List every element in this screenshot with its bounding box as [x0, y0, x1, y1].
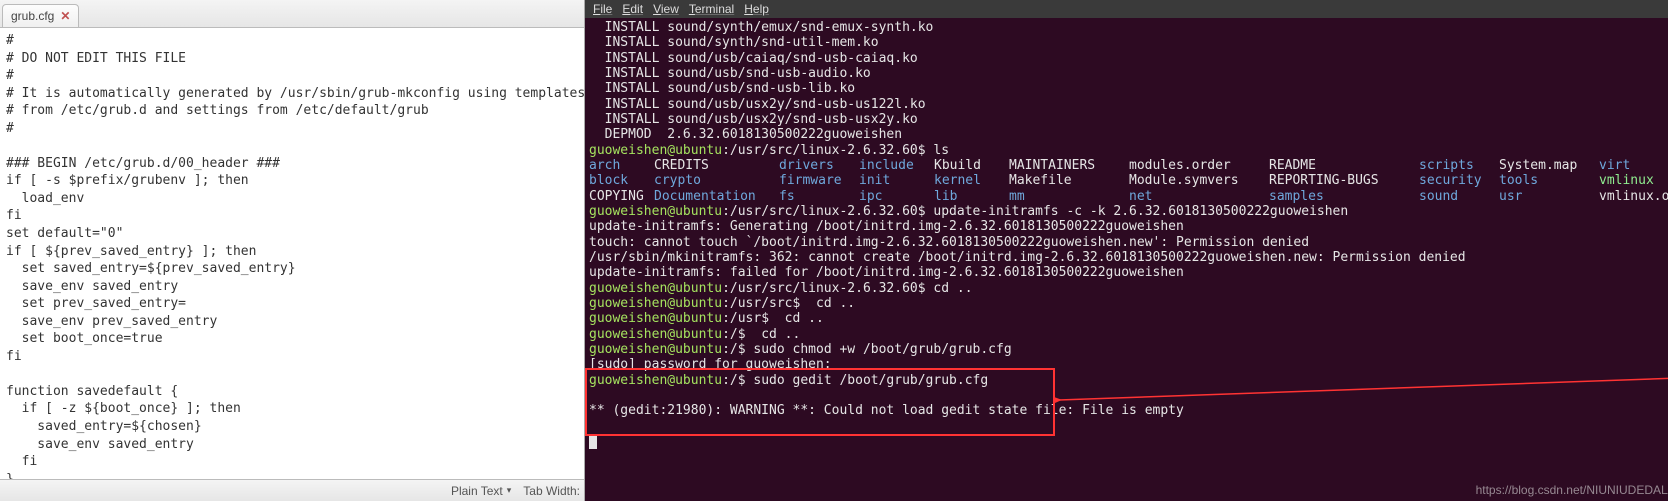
menu-file[interactable]: File: [591, 2, 614, 16]
status-tabwidth[interactable]: Tab Width:: [523, 484, 580, 498]
terminal-window: File Edit View Terminal Help INSTALL sound/s…: [585, 0, 1668, 501]
menu-view[interactable]: View: [651, 2, 681, 16]
editor-content[interactable]: # # DO NOT EDIT THIS FILE # # It is auto…: [0, 28, 584, 479]
gedit-tab-bar: grub.cfg ✕: [0, 0, 584, 28]
menu-help[interactable]: Help: [742, 2, 771, 16]
gedit-tab-grub[interactable]: grub.cfg ✕: [2, 4, 79, 27]
terminal-cursor: [589, 435, 597, 449]
status-syntax[interactable]: Plain Text ▾: [451, 484, 511, 498]
gedit-status-bar: Plain Text ▾ Tab Width:: [0, 479, 584, 501]
tab-label: grub.cfg: [11, 9, 54, 23]
gedit-window: grub.cfg ✕ # # DO NOT EDIT THIS FILE # #…: [0, 0, 585, 501]
close-icon[interactable]: ✕: [60, 9, 70, 23]
chevron-down-icon: ▾: [507, 485, 512, 496]
menu-edit[interactable]: Edit: [620, 2, 645, 16]
menu-terminal[interactable]: Terminal: [687, 2, 736, 16]
watermark: https://blog.csdn.net/NIUNIUDEDALAO: [1476, 483, 1668, 497]
terminal-content[interactable]: INSTALL sound/synth/emux/snd-emux-synth.…: [585, 18, 1668, 501]
terminal-menu-bar: File Edit View Terminal Help: [585, 0, 1668, 18]
